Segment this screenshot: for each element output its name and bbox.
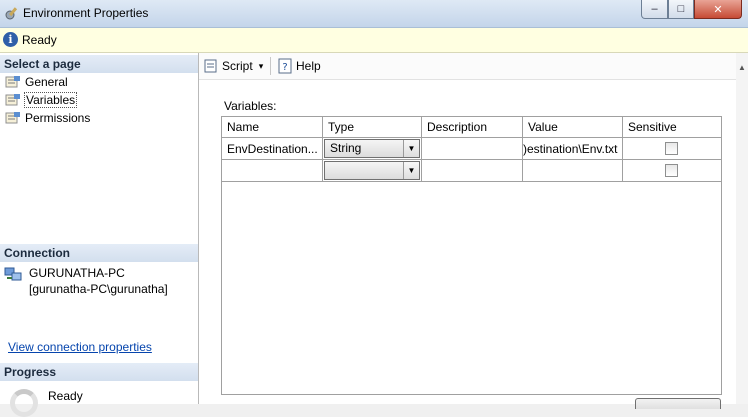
variable-type-cell[interactable]: ▼ xyxy=(323,160,422,182)
properties-icon xyxy=(5,76,20,88)
variable-description-cell[interactable] xyxy=(422,138,523,160)
script-button[interactable]: Script ▾ xyxy=(203,57,263,75)
left-pane: Select a page General Variables Permissi… xyxy=(0,53,199,417)
type-combo[interactable]: String ▼ xyxy=(324,139,420,158)
type-combo-value: String xyxy=(330,141,362,155)
sensitive-checkbox[interactable] xyxy=(665,164,678,177)
nav-item-variables[interactable]: Variables xyxy=(5,91,78,109)
status-text: Ready xyxy=(22,33,57,47)
close-button[interactable]: ✕ xyxy=(694,0,742,19)
variable-sensitive-cell[interactable] xyxy=(623,138,721,160)
type-combo[interactable]: ▼ xyxy=(324,161,420,180)
variable-sensitive-cell[interactable] xyxy=(623,160,721,182)
dropdown-arrow-icon[interactable]: ▼ xyxy=(403,162,419,179)
wrench-gear-icon xyxy=(5,7,18,20)
column-header-name[interactable]: Name xyxy=(222,117,323,138)
variable-name-cell[interactable]: EnvDestination... xyxy=(222,138,323,160)
nav-item-label: Variables xyxy=(23,92,78,108)
title-bar: Environment Properties ‒ □ ✕ xyxy=(0,0,748,28)
properties-icon xyxy=(5,94,20,106)
nav-item-label: Permissions xyxy=(25,111,91,125)
vertical-scrollbar[interactable]: ▲ xyxy=(736,53,748,404)
server-connection-icon xyxy=(4,267,22,281)
variables-label: Variables: xyxy=(224,99,277,113)
minimize-button[interactable]: ‒ xyxy=(641,0,668,19)
view-connection-properties-link[interactable]: View connection properties xyxy=(8,340,152,354)
variable-name-cell[interactable] xyxy=(222,160,323,182)
connection-header: Connection xyxy=(0,244,198,262)
connection-server: GURUNATHA-PC xyxy=(29,266,125,280)
help-label: Help xyxy=(296,59,321,73)
variables-grid: Name Type Description Value Sensitive En… xyxy=(221,116,722,395)
properties-icon xyxy=(5,112,20,124)
connection-user: [gurunatha-PC\gurunatha] xyxy=(29,282,168,296)
window-controls: ‒ □ ✕ xyxy=(641,0,742,19)
window-title: Environment Properties xyxy=(23,6,149,20)
help-icon: ? xyxy=(278,58,292,74)
variable-value-cell[interactable] xyxy=(523,160,623,182)
progress-status: Ready xyxy=(48,389,83,403)
script-label: Script xyxy=(222,59,253,73)
help-button[interactable]: ? Help xyxy=(277,57,321,75)
dropdown-arrow-icon[interactable]: ▼ xyxy=(403,140,419,157)
maximize-button[interactable]: □ xyxy=(668,0,694,19)
status-bar: i Ready xyxy=(0,28,748,53)
progress-header: Progress xyxy=(0,363,198,381)
toolbar-separator xyxy=(270,57,271,75)
content-pane: Script ▾ ? Help Variables: Name Type Des… xyxy=(199,53,748,404)
variable-value-cell[interactable]: )estination\Env.txt xyxy=(523,138,623,160)
variable-type-cell[interactable]: String ▼ xyxy=(323,138,422,160)
select-page-header: Select a page xyxy=(0,55,198,73)
variable-description-cell[interactable] xyxy=(422,160,523,182)
info-icon: i xyxy=(3,32,18,47)
progress-spinner-icon xyxy=(10,389,38,417)
nav-item-permissions[interactable]: Permissions xyxy=(5,109,90,127)
script-icon xyxy=(204,59,217,73)
nav-item-general[interactable]: General xyxy=(5,73,68,91)
column-header-type[interactable]: Type xyxy=(323,117,422,138)
column-header-description[interactable]: Description xyxy=(422,117,523,138)
column-header-value[interactable]: Value xyxy=(523,117,623,138)
sensitive-checkbox[interactable] xyxy=(665,142,678,155)
nav-item-label: General xyxy=(25,75,68,89)
scroll-up-arrow-icon[interactable]: ▲ xyxy=(736,63,748,77)
svg-text:?: ? xyxy=(282,62,287,73)
column-header-sensitive[interactable]: Sensitive xyxy=(623,117,721,138)
toolbar: Script ▾ ? Help xyxy=(199,53,748,80)
dropdown-arrow-icon[interactable]: ▾ xyxy=(259,61,264,72)
